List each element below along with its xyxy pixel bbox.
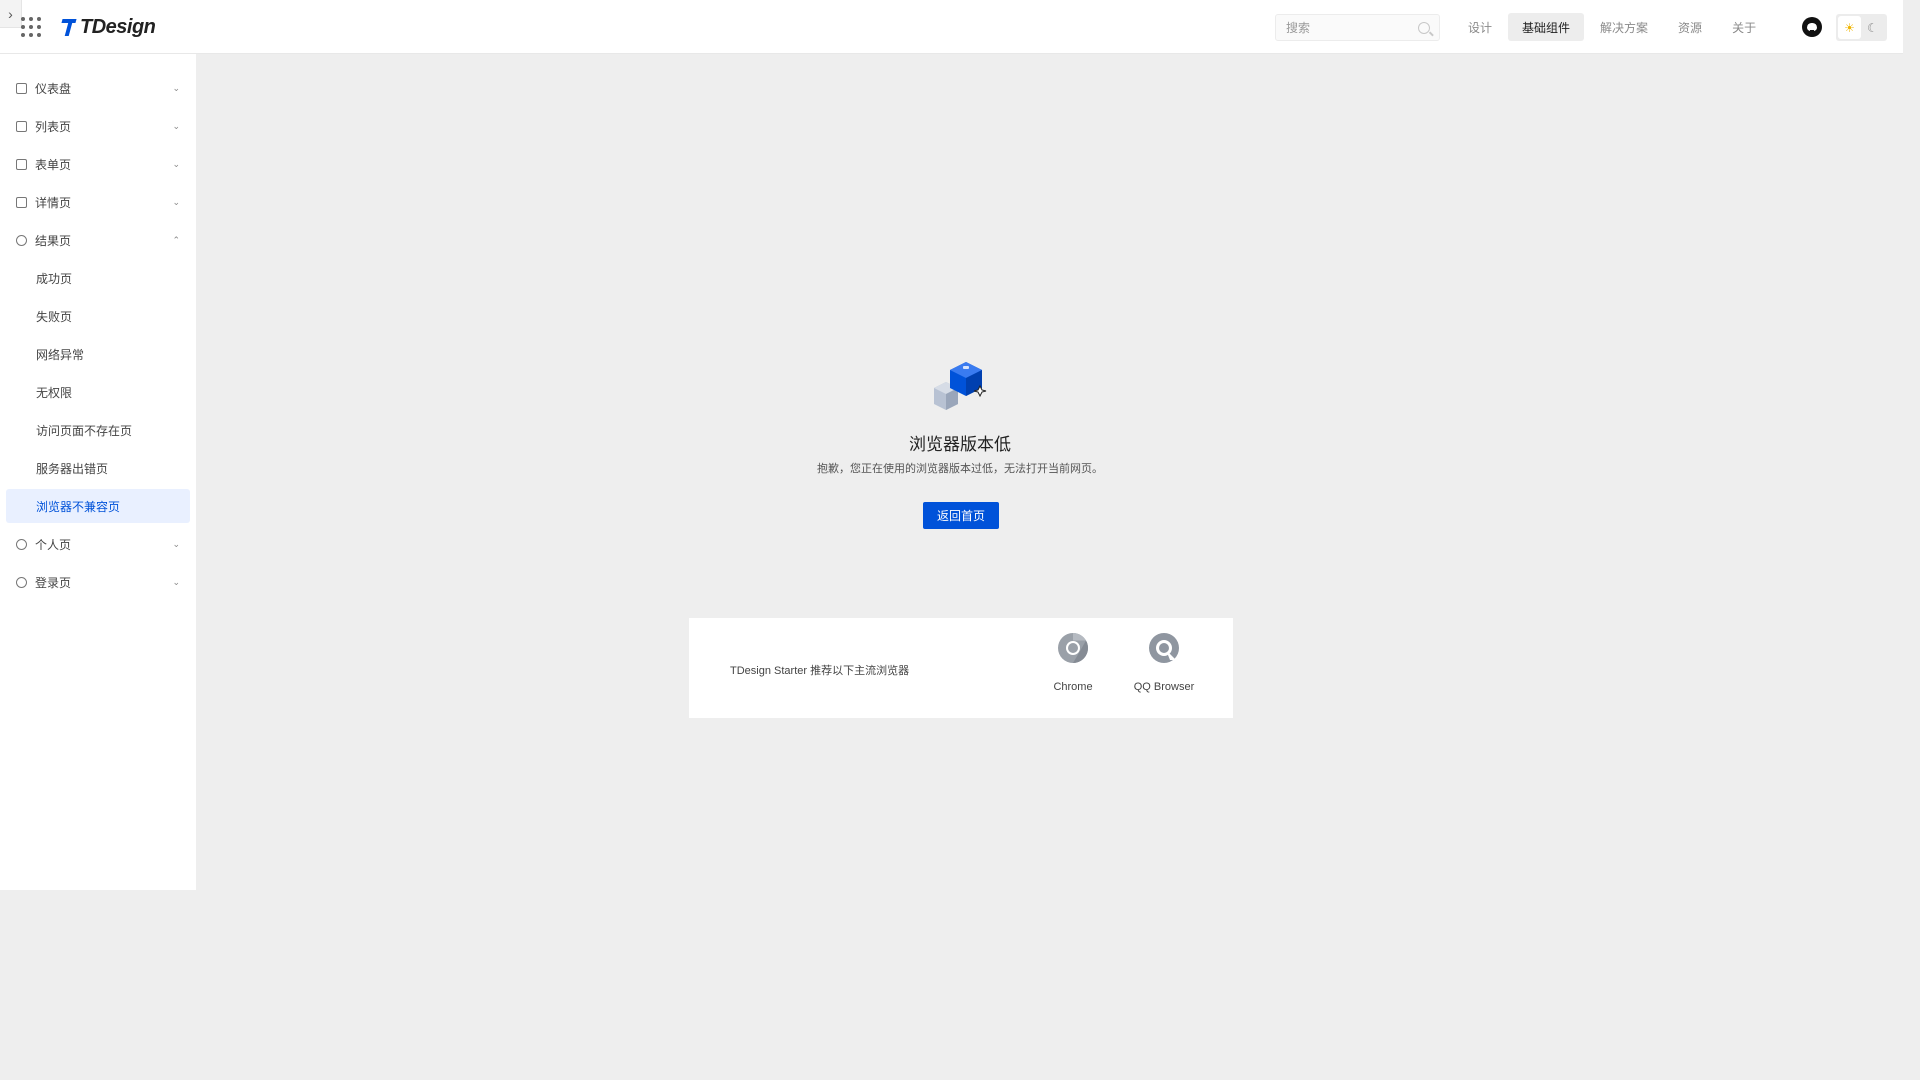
tdesign-logo-icon — [60, 17, 76, 37]
sidebar-item-login[interactable]: 登录页 ⌄ — [6, 565, 190, 599]
sidebar-subitem-no-permission[interactable]: 无权限 — [6, 375, 190, 409]
browser-qq[interactable]: QQ Browser — [1124, 632, 1204, 693]
chrome-icon — [1058, 633, 1089, 663]
search-box[interactable] — [1275, 14, 1440, 41]
nav-item-resources[interactable]: 资源 — [1664, 13, 1716, 41]
sidebar-item-label: 仪表盘 — [35, 81, 72, 96]
app-grid-icon[interactable] — [21, 17, 41, 37]
recommend-text: TDesign Starter 推荐以下主流浏览器 — [730, 665, 910, 677]
nav-item-solutions[interactable]: 解决方案 — [1586, 13, 1662, 41]
chevron-down-icon: ⌄ — [172, 158, 180, 169]
sidebar-item-label: 详情页 — [35, 195, 72, 210]
browser-chrome[interactable]: Chrome — [1033, 632, 1113, 693]
browser-incompatible-illustration — [934, 362, 987, 410]
check-circle-icon — [16, 234, 27, 246]
list-icon — [16, 120, 27, 132]
chevron-up-icon: ⌃ — [172, 234, 180, 245]
sidebar-item-result[interactable]: 结果页 ⌃ — [6, 223, 190, 257]
top-nav: 设计 基础组件 解决方案 资源 关于 — [1454, 13, 1772, 41]
sidebar-subitem-fail[interactable]: 失败页 — [6, 299, 190, 333]
top-header: › TDesign 设计 基础组件 解决方案 资源 关于 ☀ ☾ — [0, 0, 1903, 54]
login-icon — [16, 576, 27, 588]
chevron-down-icon: ⌄ — [172, 120, 180, 131]
chevron-down-icon: ⌄ — [172, 82, 180, 93]
search-icon[interactable] — [1418, 21, 1430, 34]
result-description: 抱歉，您正在使用的浏览器版本过低，无法打开当前网页。 — [817, 463, 1103, 475]
chevron-down-icon: ⌄ — [172, 196, 180, 207]
sidebar-item-list[interactable]: 列表页 ⌄ — [6, 109, 190, 143]
sidebar-subitem-not-found[interactable]: 访问页面不存在页 — [6, 413, 190, 447]
back-home-button[interactable]: 返回首页 — [923, 502, 999, 529]
sidebar-subitem-network-error[interactable]: 网络异常 — [6, 337, 190, 371]
sidebar-item-label: 个人页 — [35, 537, 72, 552]
sidebar-subitem-browser-incompatible[interactable]: 浏览器不兼容页 — [6, 489, 190, 523]
dashboard-icon — [16, 82, 27, 94]
detail-icon — [16, 196, 27, 208]
logo[interactable]: TDesign — [60, 14, 156, 40]
sidebar-item-detail[interactable]: 详情页 ⌄ — [6, 185, 190, 219]
sidebar-item-form[interactable]: 表单页 ⌄ — [6, 147, 190, 181]
chevron-down-icon: ⌄ — [172, 538, 180, 549]
sidebar-item-label: 列表页 — [35, 119, 72, 134]
sidebar-subitem-success[interactable]: 成功页 — [6, 261, 190, 295]
result-title: 浏览器版本低 — [909, 435, 1011, 454]
qq-browser-icon — [1149, 633, 1179, 663]
chevron-down-icon: ⌄ — [172, 576, 180, 587]
sidebar-item-label: 登录页 — [35, 575, 72, 590]
sidebar-item-user[interactable]: 个人页 ⌄ — [6, 527, 190, 561]
browser-name: Chrome — [1053, 681, 1093, 693]
sidebar: 仪表盘 ⌄ 列表页 ⌄ 表单页 ⌄ 详情页 ⌄ 结果页 ⌃ 成功页 失败页 网络… — [0, 54, 196, 890]
sidebar-collapse-toggle[interactable]: › — [0, 0, 22, 28]
nav-item-components[interactable]: 基础组件 — [1508, 13, 1585, 41]
logo-text: TDesign — [80, 15, 156, 38]
moon-icon[interactable]: ☾ — [1861, 16, 1884, 39]
form-edit-icon — [16, 158, 27, 170]
sidebar-subitem-server-error[interactable]: 服务器出错页 — [6, 451, 190, 485]
user-circle-icon — [16, 538, 27, 550]
github-icon[interactable] — [1802, 17, 1822, 37]
nav-item-about[interactable]: 关于 — [1718, 13, 1770, 41]
search-input[interactable] — [1284, 19, 1414, 36]
sidebar-item-label: 表单页 — [35, 157, 72, 172]
theme-switch[interactable]: ☀ ☾ — [1836, 14, 1887, 41]
browser-name: QQ Browser — [1133, 681, 1195, 693]
sidebar-item-label: 结果页 — [35, 233, 72, 248]
browser-recommend-card: TDesign Starter 推荐以下主流浏览器 Chrome QQ Brow… — [689, 618, 1233, 718]
nav-item-design[interactable]: 设计 — [1454, 13, 1506, 41]
sun-icon[interactable]: ☀ — [1838, 16, 1861, 39]
sidebar-item-dashboard[interactable]: 仪表盘 ⌄ — [6, 71, 190, 105]
